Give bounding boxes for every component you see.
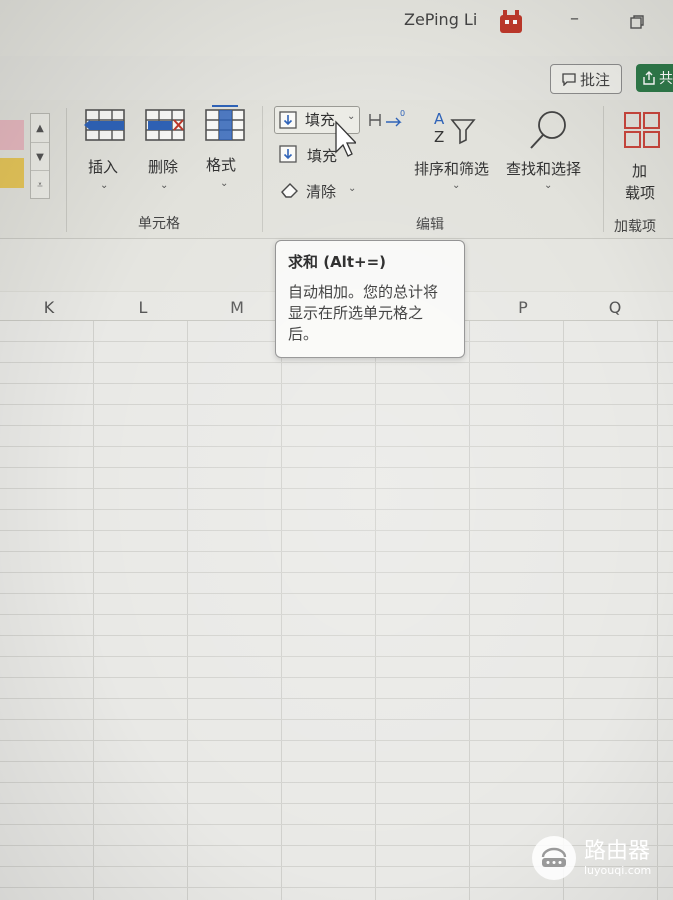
format-label: 格式 (206, 156, 237, 174)
chevron-down-icon: ⌄ (100, 180, 109, 191)
watermark-title: 路由器 (584, 838, 651, 864)
share-button[interactable]: 共 (636, 64, 673, 92)
svg-text:Z: Z (434, 128, 444, 146)
column-header-q[interactable]: Q (600, 298, 630, 317)
cell-style-swatch[interactable] (0, 120, 24, 150)
editing-group-label: 编辑 (416, 217, 444, 233)
autosum-tooltip: 求和 (Alt+=) 自动相加。您的总计将显示在所选单元格之后。 (275, 240, 465, 358)
delete-button[interactable]: 删除 ⌄ (140, 108, 188, 196)
share-label: 共 (659, 71, 673, 87)
column-header-p[interactable]: P (508, 298, 538, 317)
chevron-down-icon: ⌄ (544, 180, 553, 191)
tooltip-body: 自动相加。您的总计将显示在所选单元格之后。 (288, 283, 439, 343)
column-header-k[interactable]: K (34, 298, 64, 317)
format-cells-icon (205, 105, 245, 141)
format-button[interactable]: 格式 ⌄ (200, 104, 248, 196)
addins-grid-icon (624, 112, 660, 148)
gallery-more-icon[interactable]: ⩡ (31, 170, 49, 199)
comment-icon (562, 72, 576, 86)
sort-filter-icon: A Z (434, 110, 476, 146)
group-separator (66, 108, 67, 232)
chevron-down-icon[interactable]: ▼ (31, 142, 49, 171)
find-select-button[interactable]: 查找和选择 ⌄ (504, 108, 592, 198)
addins-label-line2: 载项 (625, 184, 656, 202)
insert-cells-icon (84, 109, 125, 141)
number-format-button[interactable]: 0 (366, 108, 410, 132)
insert-button[interactable]: 插入 ⌄ (80, 108, 128, 196)
clear-button[interactable]: 清除 ⌄ (278, 178, 362, 204)
sort-filter-label: 排序和筛选 (414, 160, 490, 178)
share-icon (643, 71, 655, 85)
comments-button[interactable]: 批注 (550, 64, 622, 94)
mouse-pointer-icon (335, 120, 356, 157)
eraser-icon (281, 183, 298, 198)
chevron-up-icon[interactable]: ▲ (31, 114, 49, 142)
addins-group-label: 加载项 (614, 219, 656, 235)
cells-group-label: 单元格 (138, 216, 180, 232)
autosum-label: 填充 (305, 111, 336, 129)
fill-label: 填充 (307, 147, 338, 165)
minimize-button[interactable]: – (570, 8, 579, 29)
restore-window-icon[interactable] (630, 14, 644, 29)
comments-label: 批注 (579, 70, 610, 89)
group-separator (603, 106, 604, 232)
user-name[interactable]: ZePing Li (404, 10, 477, 29)
magnifier-icon (530, 111, 566, 149)
svg-text:0: 0 (400, 109, 405, 118)
chevron-down-icon: ⌄ (220, 178, 229, 189)
chevron-down-icon: ⌄ (452, 180, 461, 191)
styles-gallery-scroller[interactable]: ▲ ▼ ⩡ (30, 113, 50, 199)
watermark: 路由器 luyouqi.com (532, 836, 651, 880)
chevron-down-icon: ⌄ (160, 180, 169, 191)
chevron-down-icon: ⌄ (348, 183, 357, 194)
fill-down-icon (279, 145, 297, 163)
column-header-m[interactable]: M (222, 298, 252, 317)
delete-label: 删除 (148, 158, 179, 176)
find-select-label: 查找和选择 (506, 160, 582, 178)
svg-text:A: A (434, 110, 445, 128)
clear-label: 清除 (306, 183, 337, 201)
column-header-l[interactable]: L (128, 298, 158, 317)
router-logo-icon (532, 836, 576, 880)
addins-label-line1: 加 (632, 162, 648, 180)
avatar-robot-icon[interactable] (497, 9, 525, 35)
watermark-domain: luyouqi.com (584, 863, 652, 877)
addins-button[interactable]: 加 载项 (616, 110, 666, 202)
delete-cells-icon (145, 109, 185, 141)
group-separator (262, 106, 263, 232)
fill-down-icon (279, 111, 297, 129)
sort-filter-button[interactable]: A Z 排序和筛选 ⌄ (412, 108, 498, 198)
merge-arrows-icon: 0 (369, 109, 405, 127)
spreadsheet-grid[interactable] (0, 321, 673, 900)
tooltip-title: 求和 (Alt+=) (288, 253, 386, 271)
insert-label: 插入 (88, 158, 119, 176)
cell-style-swatch[interactable] (0, 158, 24, 188)
